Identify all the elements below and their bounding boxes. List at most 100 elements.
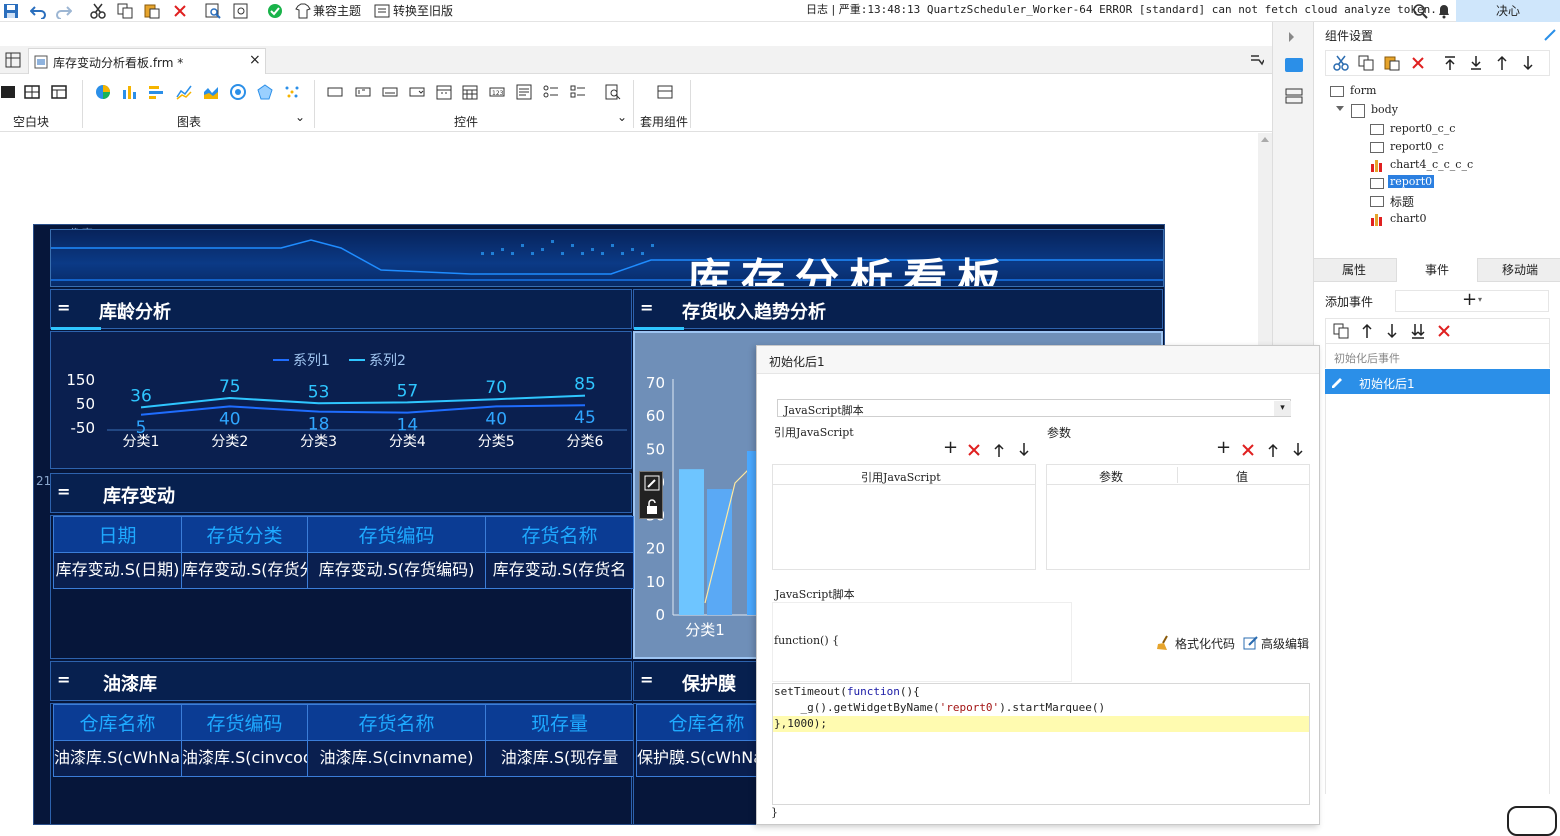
tab-document[interactable]: 库存变动分析看板.frm * × <box>28 48 266 74</box>
gauge-chart-icon[interactable] <box>230 84 246 100</box>
scatter-chart-icon[interactable] <box>284 84 300 100</box>
column-header[interactable]: 存货分类 <box>181 516 308 553</box>
age-line-chart[interactable]: 系列1 系列215050-50分类1 分类2 分类3 分类4 分类5 分类65 40 18 14 4… <box>51 332 633 470</box>
text-widget-icon[interactable] <box>382 84 398 100</box>
column-header[interactable]: 存货编码 <box>307 516 486 553</box>
param-up-icon[interactable] <box>1267 443 1279 457</box>
user-name[interactable]: 决心 <box>1456 0 1560 22</box>
paint-warehouse-table[interactable]: 仓库名称 存货编码 存货名称 现存量 油漆库.S(cWhName) 油漆库.S(… <box>53 704 634 777</box>
tree-expand-icon[interactable] <box>1336 106 1344 111</box>
column-header[interactable]: 现存量 <box>485 704 634 741</box>
column-header[interactable]: 存货名称 <box>485 516 634 553</box>
stock-change-report[interactable]: 日期 存货分类 存货编码 存货名称 库存变动.S(日期) 库存变动.S(存货分类… <box>50 515 634 659</box>
column-header[interactable]: 仓库名称 <box>53 704 182 741</box>
column-header[interactable]: 日期 <box>53 516 182 553</box>
tab-layout-icon[interactable] <box>51 84 67 100</box>
bar-chart-icon[interactable] <box>122 84 138 100</box>
tree-node-form[interactable]: form <box>1350 84 1376 97</box>
tree-node-chart4[interactable]: chart4_c_c_c_c <box>1390 158 1473 171</box>
table-cell[interactable]: 油漆库.S(cinvname) <box>307 740 486 777</box>
absolute-layout-icon[interactable] <box>24 84 40 100</box>
layout-icon[interactable] <box>1285 88 1303 104</box>
cut-icon[interactable] <box>90 3 106 19</box>
format-code-button[interactable]: 格式化代码 <box>1175 635 1235 652</box>
add-event-dropdown[interactable]: + ▾ <box>1395 289 1549 312</box>
stock-change-table[interactable]: 日期 存货分类 存货编码 存货名称 库存变动.S(日期) 库存变动.S(存货分类… <box>53 516 634 589</box>
delete-icon[interactable] <box>1436 323 1452 339</box>
table-cell[interactable]: 油漆库.S(现存量 <box>485 740 634 777</box>
paste-icon[interactable] <box>144 3 160 19</box>
param-down-icon[interactable] <box>1292 443 1304 457</box>
tree-node-chart0[interactable]: chart0 <box>1390 212 1426 225</box>
query-button-icon[interactable] <box>605 84 621 100</box>
add-param-icon[interactable]: + <box>1216 439 1231 457</box>
table-cell[interactable]: 油漆库.S(cinvcode) <box>181 740 308 777</box>
checkbox-group-icon[interactable] <box>570 84 586 100</box>
ref-down-icon[interactable] <box>1018 443 1030 457</box>
move-down-icon[interactable] <box>1384 323 1400 339</box>
paint-warehouse-report[interactable]: 仓库名称 存货编码 存货名称 现存量 油漆库.S(cWhName) 油漆库.S(… <box>50 703 634 824</box>
move-up-icon[interactable] <box>1494 55 1510 71</box>
pin-icon[interactable] <box>1543 28 1557 42</box>
tree-node-body[interactable]: body <box>1371 103 1398 116</box>
chart-expand-icon[interactable]: ⌄ <box>295 110 305 124</box>
edit-icon[interactable] <box>644 475 660 491</box>
bell-icon[interactable] <box>1436 3 1452 19</box>
tree-node-report0-c[interactable]: report0_c <box>1390 140 1444 153</box>
undo-icon[interactable] <box>30 3 46 19</box>
dashboard-title-widget[interactable]: 库存分析看板 <box>50 229 1164 287</box>
table-cell[interactable]: 油漆库.S(cWhName) <box>53 740 182 777</box>
delete-icon[interactable] <box>1410 55 1426 71</box>
convert-icon[interactable] <box>374 3 390 19</box>
component-settings-icon[interactable] <box>1285 58 1303 72</box>
area-chart-icon[interactable] <box>203 84 219 100</box>
table-cell[interactable]: 库存变动.S(日期) <box>53 552 182 589</box>
paste-icon[interactable] <box>1384 55 1400 71</box>
advanced-edit-button[interactable]: 高级编辑 <box>1261 635 1309 652</box>
search-icon[interactable] <box>1412 3 1428 19</box>
convert-old-button[interactable]: 转换至旧版 <box>393 4 453 18</box>
code-editor[interactable]: setTimeout(function(){ _g().getWidgetByN… <box>772 683 1310 805</box>
income-trend-header[interactable]: = 存货收入趋势分析 <box>633 289 1163 330</box>
tree-node-report0-selected[interactable]: report0 <box>1388 175 1435 188</box>
move-bottom-icon[interactable] <box>1468 55 1484 71</box>
table-cell[interactable]: 库存变动.S(存货编码) <box>307 552 486 589</box>
tree-node-title[interactable]: 标题 <box>1390 193 1414 210</box>
remove-param-icon[interactable] <box>1241 443 1255 457</box>
radar-chart-icon[interactable] <box>257 84 273 100</box>
search-doc-icon[interactable] <box>233 3 249 19</box>
remove-ref-icon[interactable] <box>967 443 981 457</box>
tab-events[interactable]: 事件 <box>1396 258 1478 282</box>
move-up-icon[interactable] <box>1359 323 1375 339</box>
column-header[interactable]: 存货名称 <box>307 704 486 741</box>
age-analysis-header[interactable]: = 库龄分析 <box>50 289 632 330</box>
tab-menu-icon[interactable] <box>1250 54 1264 66</box>
age-analysis-chart[interactable]: 系列1 系列2 150 50 -50 分类1 分类2 分类3 分类4 分类5 分类6 5 40 18 14 4… <box>50 331 632 469</box>
radio-group-icon[interactable] <box>543 84 559 100</box>
button-widget-icon[interactable] <box>327 84 343 100</box>
theme-icon[interactable] <box>295 3 311 19</box>
floating-assistant-button[interactable] <box>1507 806 1557 836</box>
combobox-widget-icon[interactable] <box>409 84 425 100</box>
component-package-icon[interactable] <box>657 84 673 100</box>
column-header[interactable]: 存货编码 <box>181 704 308 741</box>
event-item-selected[interactable]: 初始化后1 <box>1325 369 1550 394</box>
table-cell[interactable]: 库存变动.S(存货分类) <box>181 552 308 589</box>
stock-change-header[interactable]: = 库存变动 <box>50 473 632 513</box>
script-type-select[interactable]: JavaScript脚本 ▾ <box>777 399 1291 417</box>
calendar-widget-icon[interactable] <box>462 84 478 100</box>
textarea-widget-icon[interactable] <box>516 84 532 100</box>
number-widget-icon[interactable]: 123 <box>489 84 505 100</box>
copy-icon[interactable] <box>1358 55 1374 71</box>
controls-expand-icon[interactable]: ⌄ <box>617 110 627 124</box>
copy-icon[interactable] <box>117 3 133 19</box>
pie-chart-icon[interactable] <box>95 84 111 100</box>
chevron-down-icon[interactable]: ▾ <box>1274 401 1291 416</box>
ref-up-icon[interactable] <box>993 443 1005 457</box>
date-widget-icon[interactable] <box>436 84 452 100</box>
cut-icon[interactable] <box>1333 55 1349 71</box>
ref-js-table[interactable]: 引用JavaScript <box>772 464 1036 570</box>
add-ref-icon[interactable]: + <box>943 439 958 457</box>
tab-mobile[interactable]: 移动端 <box>1480 258 1560 282</box>
horizontal-bar-icon[interactable] <box>148 84 164 100</box>
